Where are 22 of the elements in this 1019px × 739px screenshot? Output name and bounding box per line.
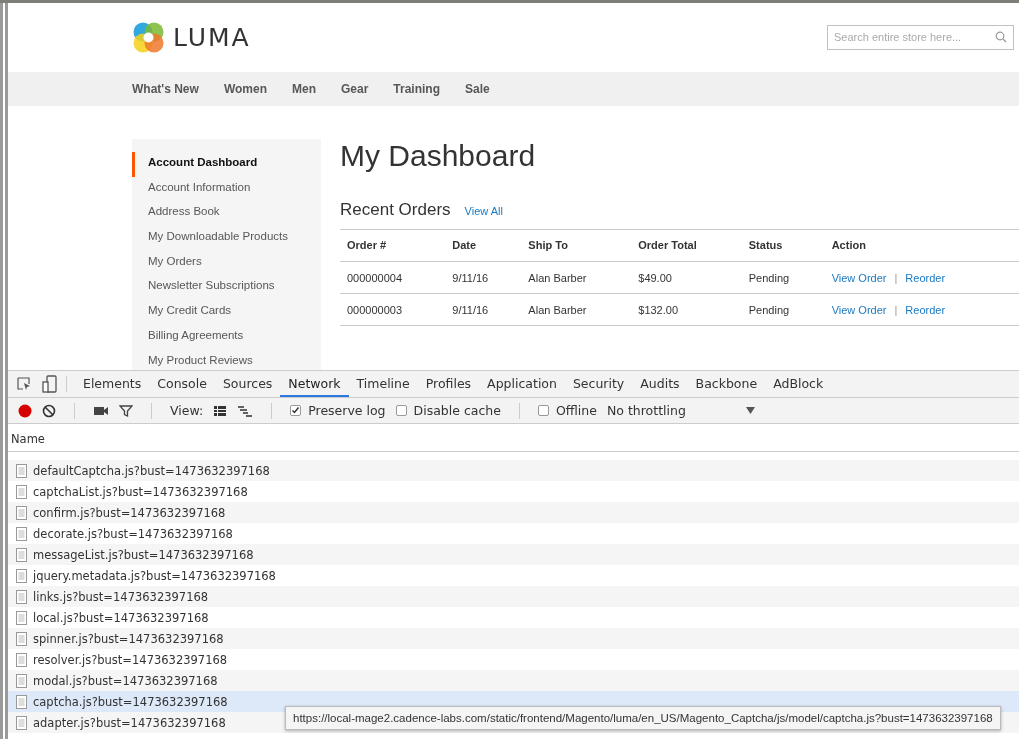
column-header: Order Total (631, 229, 742, 262)
table-cell: 000000003 (340, 293, 446, 326)
page-title: My Dashboard (340, 139, 537, 173)
table-cell: Pending (741, 261, 825, 294)
table-cell: 9/11/16 (445, 293, 522, 326)
table-cell: 000000004 (340, 261, 446, 294)
view-label: View: (170, 403, 204, 418)
table-cell: $132.00 (631, 293, 742, 326)
tooltip: https://local-mage2.cadence-labs.com/static/frontend/Magento/luma/en_US/Magento_Captcha/js/model/captcha.js?bust=1473632397168 (285, 706, 1001, 730)
table-cell: Pending (741, 293, 825, 326)
separator: | (894, 271, 898, 284)
separator: | (894, 303, 898, 316)
table-cell: $49.00 (631, 261, 742, 294)
table-cell: Alan Barber (521, 293, 632, 326)
table-cell: Alan Barber (521, 261, 632, 294)
column-header: Date (445, 229, 522, 262)
section-title: Recent Orders (340, 200, 451, 220)
table-cell: 9/11/16 (445, 261, 522, 294)
column-header: Action (824, 229, 1019, 262)
column-header: Ship To (521, 229, 632, 262)
column-header: Status (741, 229, 825, 262)
column-header: Order # (340, 229, 446, 262)
